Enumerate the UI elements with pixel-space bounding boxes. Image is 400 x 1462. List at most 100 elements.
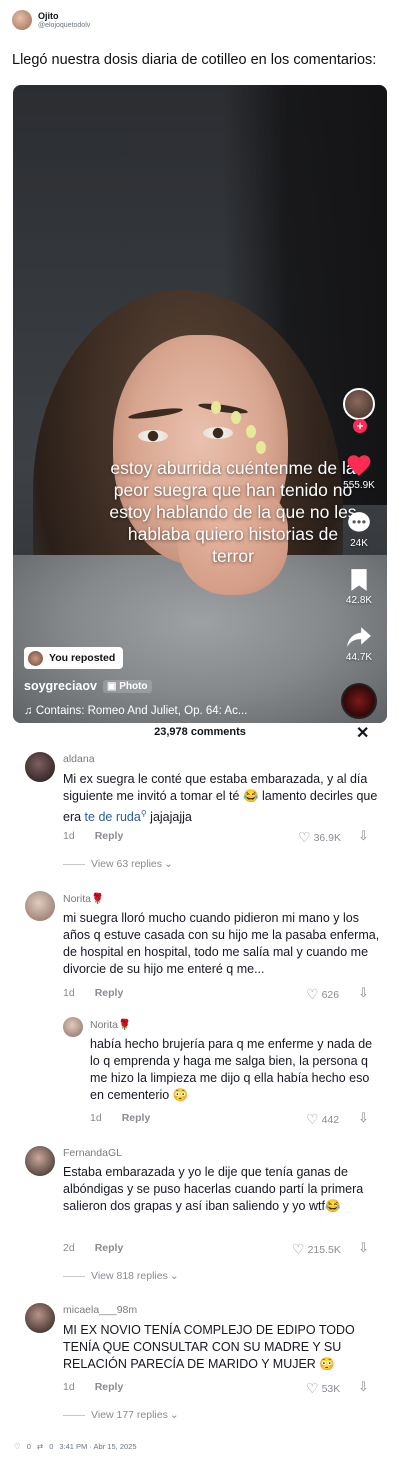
creator-avatar[interactable] (343, 388, 375, 420)
reply-button[interactable]: Reply (95, 830, 124, 842)
comment-like[interactable]: ♡ 53K (306, 1380, 340, 1397)
reposter-avatar (28, 650, 43, 666)
left-eye (138, 430, 168, 442)
tiktok-video-screenshot[interactable]: estoy aburrida cuéntenme de la peor sueg… (13, 85, 387, 723)
view-replies-button[interactable]: View 177 replies ⌄ (63, 1409, 179, 1421)
retweet-icon[interactable]: ⇄ (37, 1442, 43, 1451)
divider (63, 863, 85, 865)
music-disc[interactable] (341, 683, 377, 719)
reply-button[interactable]: Reply (122, 1112, 151, 1124)
close-icon[interactable]: ✕ (356, 723, 369, 743)
comment-like-count: 215.5K (307, 1243, 341, 1256)
divider (63, 1275, 85, 1277)
comment-count: 24K (350, 538, 368, 549)
comment-username[interactable]: Norita🌹 (63, 892, 104, 905)
comment-text: mi suegra lloró mucho cuando pidieron mi… (63, 911, 380, 976)
comment-like[interactable]: ♡ 442 (306, 1111, 339, 1128)
author-handle[interactable]: @elojoquetodolv (38, 21, 90, 30)
reply-button[interactable]: Reply (95, 1381, 124, 1393)
commenter-avatar[interactable] (25, 752, 55, 782)
commenter-avatar[interactable] (25, 891, 55, 921)
tweet-text: Llegó nuestra dosis diaria de cotilleo e… (12, 52, 377, 68)
right-eye (203, 427, 233, 439)
like-heart-icon[interactable]: ♡ (14, 1442, 21, 1451)
reposted-label: You reposted (49, 652, 116, 664)
nail (211, 401, 221, 414)
reposted-badge[interactable]: You reposted (24, 647, 124, 669)
share-action[interactable]: 44.7K (341, 625, 377, 663)
follow-plus-icon[interactable]: + (353, 419, 367, 433)
comment-like-count: 53K (321, 1382, 341, 1395)
video-caption-overlay: estoy aburrida cuéntenme de la peor sueg… (109, 458, 357, 566)
dislike-icon[interactable]: ⇩ (358, 828, 369, 844)
nail (256, 441, 266, 454)
comment-username[interactable]: aldana (63, 753, 95, 765)
dislike-icon[interactable]: ⇩ (358, 1379, 369, 1395)
view-replies-label[interactable]: View 63 replies (91, 858, 162, 870)
author-avatar[interactable] (12, 10, 32, 30)
comment-meta: 1d Reply (90, 1112, 150, 1124)
view-replies-label[interactable]: View 177 replies (91, 1409, 168, 1421)
like-action[interactable]: 555.9K (341, 453, 377, 491)
reply-button[interactable]: Reply (95, 987, 124, 999)
comment-text-part: jajajajja (146, 810, 192, 825)
like-count: 555.9K (343, 480, 375, 491)
video-username[interactable]: soygreciaov ▣ Photo (24, 679, 152, 693)
comment-username[interactable]: FernandaGL (63, 1147, 122, 1159)
comment-username[interactable]: micaela___98m (63, 1304, 137, 1316)
comment-age: 2d (63, 1242, 75, 1254)
music-title[interactable]: Contains: Romeo And Juliet, Op. 64: Ac..… (36, 705, 248, 717)
comment-text: MI EX NOVIO TENÍA COMPLEJO DE EDIPO TODO… (63, 1323, 355, 1371)
comment-bubble-icon (348, 512, 370, 532)
comment-age: 1d (90, 1112, 102, 1124)
comment-text: Mi ex suegra le conté que estaba embaraz… (63, 771, 383, 826)
commenter-avatar[interactable] (25, 1146, 55, 1176)
comment-like[interactable]: ♡ 215.5K (292, 1241, 341, 1258)
chevron-down-icon[interactable]: ⌄ (170, 1270, 179, 1282)
view-replies-button[interactable]: View 63 replies ⌄ (63, 858, 173, 870)
tweet-like-count: 0 (26, 1442, 31, 1451)
heart-icon (347, 455, 371, 476)
comment-text: había hecho brujería para q me enferme y… (90, 1037, 373, 1102)
save-action[interactable]: 42.8K (341, 568, 377, 606)
reply-button[interactable]: Reply (95, 1242, 124, 1254)
tweet-author[interactable]: Ojito @elojoquetodolv (12, 10, 90, 30)
view-replies-button[interactable]: View 818 replies ⌄ (63, 1270, 179, 1282)
view-replies-label[interactable]: View 818 replies (91, 1270, 168, 1282)
music-info[interactable]: ♫ Contains: Romeo And Juliet, Op. 64: Ac… (24, 705, 247, 717)
nail (246, 425, 256, 438)
music-note-icon: ♫ (24, 705, 36, 717)
comment-like[interactable]: ♡ 626 (306, 986, 339, 1003)
heart-outline-icon[interactable]: ♡ (306, 1111, 319, 1128)
author-name[interactable]: Ojito (38, 11, 90, 21)
username-text[interactable]: soygreciaov (24, 679, 97, 693)
comment-like-count: 626 (321, 988, 340, 1001)
tweet-footer: ♡ 0 ⇄ 0 3:41 PM · Abr 15, 2025 (14, 1442, 143, 1451)
comment-username[interactable]: Norita🌹 (90, 1018, 131, 1031)
heart-outline-icon[interactable]: ♡ (306, 1380, 319, 1397)
comment-age: 1d (63, 987, 75, 999)
comment-like-count: 442 (321, 1113, 340, 1126)
photo-badge: ▣ Photo (102, 679, 152, 693)
commenter-avatar[interactable] (63, 1017, 83, 1037)
search-link[interactable]: te de ruda (85, 810, 141, 824)
bookmark-icon (351, 569, 367, 591)
heart-outline-icon[interactable]: ♡ (292, 1241, 305, 1258)
chevron-down-icon[interactable]: ⌄ (170, 1409, 179, 1421)
comment-meta: 2d Reply (63, 1242, 123, 1254)
dislike-icon[interactable]: ⇩ (358, 985, 369, 1001)
tweet-timestamp: 3:41 PM · Abr 15, 2025 (59, 1442, 137, 1451)
comments-count: 23,978 comments (154, 726, 246, 738)
photo-label: Photo (119, 680, 148, 692)
comment-text: Estaba embarazada y yo le dije que tenía… (63, 1165, 364, 1213)
chevron-down-icon[interactable]: ⌄ (164, 858, 173, 870)
share-count: 44.7K (345, 652, 373, 663)
commenter-avatar[interactable] (25, 1303, 55, 1333)
heart-outline-icon[interactable]: ♡ (298, 829, 311, 846)
comment-action[interactable]: 24K (341, 511, 377, 549)
comment-like[interactable]: ♡ 36.9K (298, 829, 341, 846)
dislike-icon[interactable]: ⇩ (358, 1240, 369, 1256)
dislike-icon[interactable]: ⇩ (358, 1110, 369, 1126)
heart-outline-icon[interactable]: ♡ (306, 986, 319, 1003)
nail (231, 411, 241, 424)
